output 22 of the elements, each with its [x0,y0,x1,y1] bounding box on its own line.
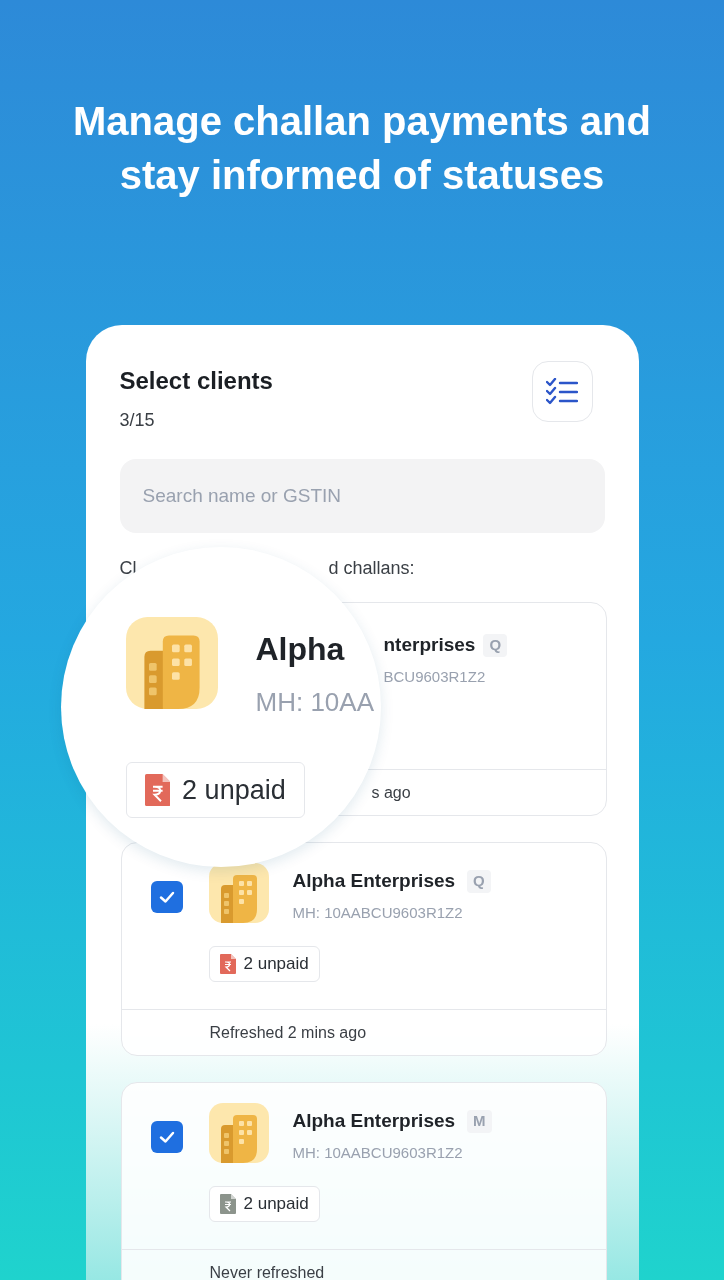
client-tag: M [467,1110,492,1133]
section-label: Cl [119,557,137,580]
client-name: Alpha [255,630,346,669]
client-gstin: BCU9603R1Z2 [383,666,487,687]
client-name: Alpha Enterprises [292,869,456,893]
client-gstin: MH: 10AA [255,686,374,719]
refresh-status: Refreshed 2 mins ago [209,1022,367,1043]
refresh-status: s ago [371,782,411,803]
client-name: nterprises [383,633,476,657]
refresh-status: Never refreshed [209,1262,325,1280]
unpaid-badge: 2 unpaid [208,1186,320,1222]
unpaid-badge: 2 unpaid [125,762,305,818]
headline: Manage challan payments and stay informed of statuses [72,98,652,199]
client-tag: Q [467,870,491,893]
unpaid-badge: 2 unpaid [208,946,320,982]
client-name: Alpha Enterprises [292,1109,456,1133]
selection-count: 3/15 [119,409,156,432]
panel-title: Select clients [119,366,273,396]
client-tag: Q [483,634,508,657]
section-label: d challans: [328,557,415,580]
client-gstin: MH: 10AABCU9603R1Z2 [292,902,464,923]
client-gstin: MH: 10AABCU9603R1Z2 [292,1142,464,1163]
